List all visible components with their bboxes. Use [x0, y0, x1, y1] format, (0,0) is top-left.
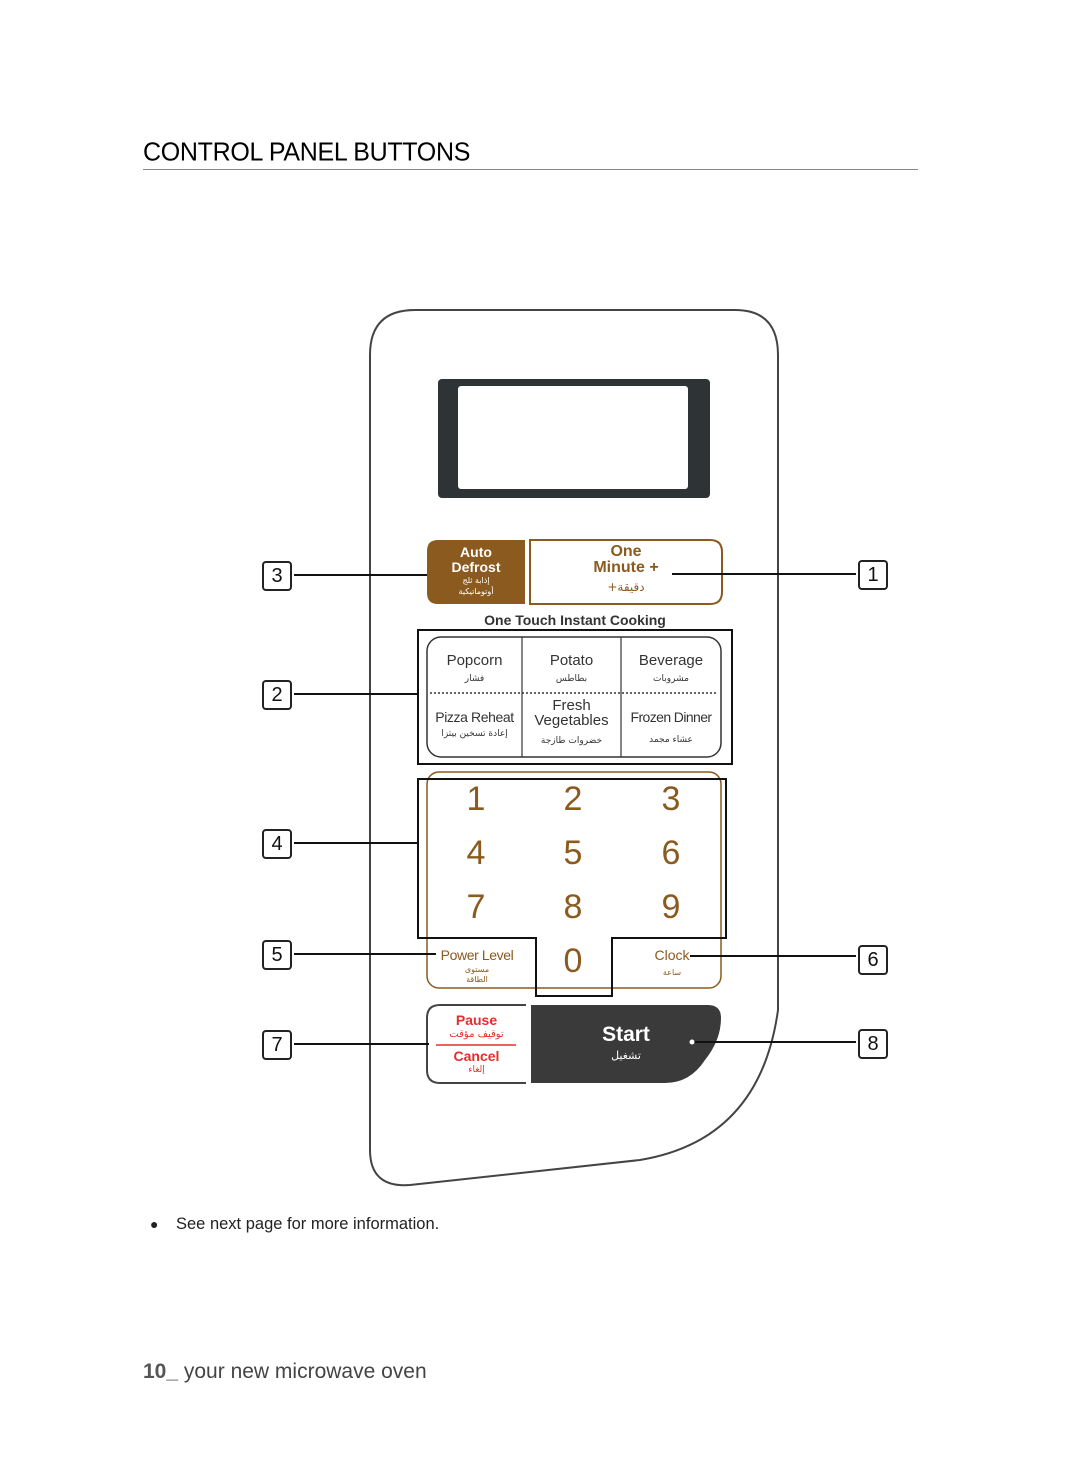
auto-defrost-label-line1: Auto [460, 544, 492, 560]
power-level-button[interactable]: Power Level مستوى الطاقة [432, 944, 522, 988]
auto-defrost-arabic-1: إذابة ثلج [462, 576, 490, 585]
frozen-dinner-label: Frozen Dinner [630, 709, 713, 725]
one-minute-label-line2: Minute + [593, 559, 659, 576]
callout-1: 1 [858, 560, 888, 590]
potato-arabic: بطاطس [555, 674, 588, 684]
beverage-label: Beverage [638, 652, 704, 669]
callout-3: 3 [262, 561, 292, 591]
digit-2-button[interactable]: 2 [537, 780, 609, 819]
popcorn-label: Popcorn [446, 652, 503, 669]
power-level-label: Power Level [440, 947, 514, 963]
auto-defrost-label-line2: Defrost [451, 559, 501, 575]
digit-3-button[interactable]: 3 [635, 780, 707, 819]
popcorn-arabic: فشار [464, 674, 485, 684]
digit-6-button[interactable]: 6 [635, 834, 707, 873]
start-label: Start [602, 1023, 650, 1046]
one-minute-arabic: دقيقة+ [607, 580, 645, 594]
pause-label: Pause [455, 1012, 498, 1028]
auto-defrost-button[interactable]: Auto Defrost إذابة ثلج أوتوماتيكية [427, 540, 525, 604]
clock-label: Clock [654, 947, 690, 963]
digit-4-button[interactable]: 4 [440, 834, 512, 873]
note-text: See next page for more information. [176, 1215, 440, 1233]
callout-5: 5 [262, 940, 292, 970]
pizza-reheat-label: Pizza Reheat [435, 709, 514, 725]
digit-1-button[interactable]: 1 [440, 780, 512, 819]
power-level-arabic-1: مستوى [464, 965, 490, 974]
start-arabic: تشغيل [611, 1049, 641, 1062]
callout-7: 7 [262, 1030, 292, 1060]
beverage-arabic: مشروبات [653, 674, 689, 684]
potato-button[interactable]: Potato بطاطس [522, 640, 621, 692]
page-number: 10_ [143, 1360, 179, 1383]
digit-8-button[interactable]: 8 [537, 888, 609, 927]
clock-button[interactable]: Clock ساعة [640, 944, 704, 984]
bullet-icon: ● [150, 1216, 159, 1232]
frozen-dinner-button[interactable]: Frozen Dinner عشاء مجمد [621, 695, 721, 755]
start-button[interactable]: Start تشغيل [531, 1005, 721, 1083]
callout-8: 8 [858, 1029, 888, 1059]
cancel-arabic: إلغاء [468, 1065, 485, 1075]
fresh-vegetables-button[interactable]: Fresh Vegetables خضروات طازجة [522, 695, 621, 755]
callout-6: 6 [858, 945, 888, 975]
frozen-dinner-arabic: عشاء مجمد [649, 735, 693, 745]
cancel-label: Cancel [453, 1048, 500, 1064]
clock-arabic: ساعة [662, 968, 682, 977]
beverage-button[interactable]: Beverage مشروبات [621, 640, 721, 692]
pause-arabic: توقيف مؤقت [449, 1029, 504, 1040]
callout-4: 4 [262, 829, 292, 859]
display-screen [458, 386, 688, 489]
popcorn-button[interactable]: Popcorn فشار [427, 640, 522, 692]
digit-5-button[interactable]: 5 [537, 834, 609, 873]
callout-2: 2 [262, 680, 292, 710]
digit-7-button[interactable]: 7 [440, 888, 512, 927]
pizza-reheat-button[interactable]: Pizza Reheat إعادة تسخين بيتزا [427, 695, 522, 755]
auto-defrost-arabic-2: أوتوماتيكية [458, 587, 494, 596]
info-note: ● See next page for more information. [150, 1215, 439, 1234]
potato-label: Potato [549, 652, 594, 669]
one-minute-plus-button[interactable]: One Minute + دقيقة+ [530, 540, 722, 604]
power-level-arabic-2: الطاقة [466, 975, 488, 984]
footer-text: your new microwave oven [178, 1360, 427, 1383]
fresh-vegetables-arabic: خضروات طازجة [540, 736, 603, 746]
page-footer: 10_ your new microwave oven [143, 1360, 427, 1384]
digit-9-button[interactable]: 9 [635, 888, 707, 927]
one-touch-label: One Touch Instant Cooking [484, 612, 666, 628]
pizza-reheat-arabic: إعادة تسخين بيتزا [441, 729, 508, 739]
fresh-vegetables-label: Fresh Vegetables [534, 697, 609, 729]
digit-0-button[interactable]: 0 [537, 942, 609, 981]
pause-cancel-button[interactable]: Pause توقيف مؤقت Cancel إلغاء [427, 1005, 526, 1083]
